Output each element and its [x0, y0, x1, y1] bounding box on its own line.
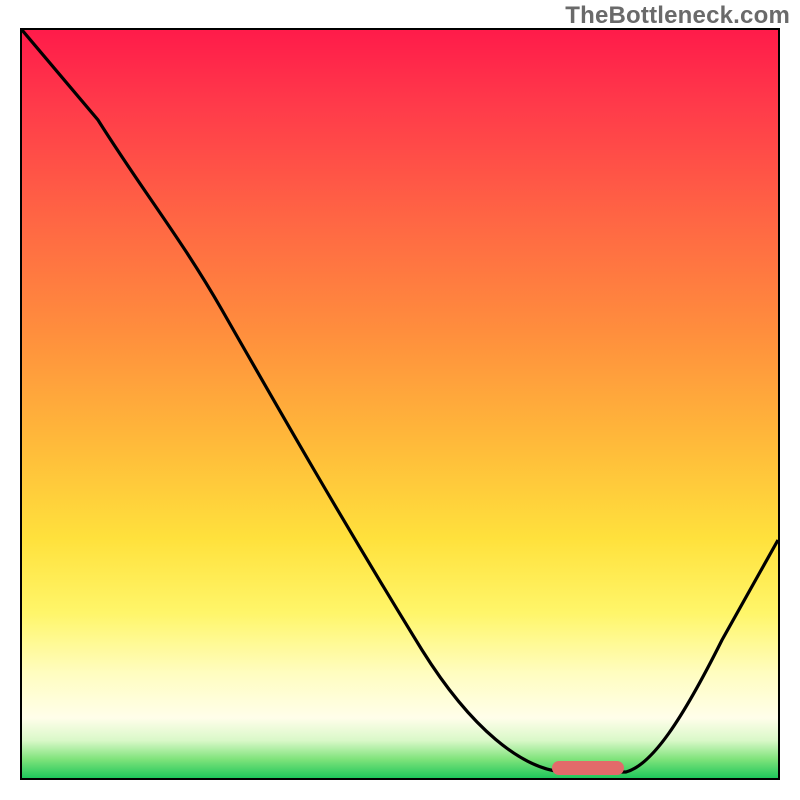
plot-area: [20, 28, 780, 780]
optimum-marker: [552, 761, 624, 775]
curve-svg: [22, 30, 778, 778]
bottleneck-chart: TheBottleneck.com: [0, 0, 800, 800]
watermark-text: TheBottleneck.com: [565, 2, 790, 30]
bottleneck-curve-path: [22, 30, 778, 772]
